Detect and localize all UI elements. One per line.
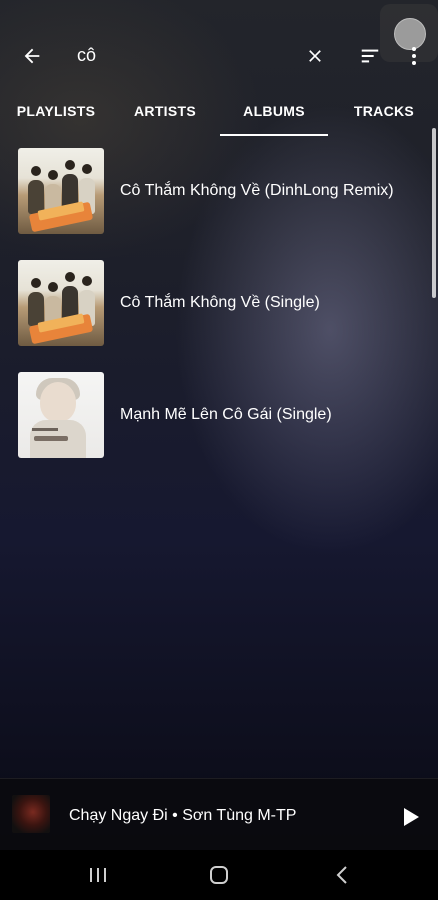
album-title: Cô Thắm Không Về (Single)	[120, 294, 320, 311]
search-toolbar: cô	[0, 28, 438, 84]
more-options-button[interactable]	[398, 36, 430, 76]
album-title: Mạnh Mẽ Lên Cô Gái (Single)	[120, 406, 332, 423]
arrow-left-icon	[24, 48, 40, 64]
tab-playlists[interactable]: PLAYLISTS	[10, 92, 102, 136]
album-cover	[18, 260, 104, 346]
tab-tracks[interactable]: TRACKS	[346, 92, 422, 136]
play-icon	[404, 808, 419, 826]
album-title: Cô Thắm Không Về (DinhLong Remix)	[120, 182, 394, 199]
scrollbar-thumb[interactable]	[432, 128, 436, 298]
selected-tab-indicator	[220, 134, 328, 136]
album-cover	[18, 148, 104, 234]
nav-back-icon	[336, 866, 347, 884]
close-icon	[309, 50, 321, 62]
now-playing-artwork	[12, 795, 50, 833]
recents-icon	[90, 868, 106, 882]
list-item[interactable]: Mạnh Mẽ Lên Cô Gái (Single)	[0, 372, 430, 460]
nav-back-button[interactable]	[330, 864, 356, 886]
play-button[interactable]	[392, 799, 428, 835]
list-item[interactable]: Cô Thắm Không Về (Single)	[0, 260, 430, 348]
search-input[interactable]: cô	[77, 45, 96, 66]
list-item[interactable]: Cô Thắm Không Về (DinhLong Remix)	[0, 148, 430, 236]
more-vert-icon	[412, 47, 416, 65]
category-tabs: PLAYLISTS ARTISTS ALBUMS TRACKS	[0, 92, 438, 136]
sort-icon	[361, 49, 379, 63]
album-cover	[18, 372, 104, 458]
sort-button[interactable]	[350, 36, 390, 76]
mini-player[interactable]: Chạy Ngay Đi • Sơn Tùng M-TP	[0, 778, 438, 851]
nav-recents-button[interactable]	[84, 866, 112, 884]
home-icon	[210, 866, 228, 884]
tab-albums[interactable]: ALBUMS	[220, 92, 328, 136]
tab-artists[interactable]: ARTISTS	[122, 92, 208, 136]
back-button[interactable]	[12, 36, 52, 76]
clear-search-button[interactable]	[295, 36, 335, 76]
nav-home-button[interactable]	[206, 864, 232, 886]
system-navigation-bar	[0, 850, 438, 900]
now-playing-title: Chạy Ngay Đi • Sơn Tùng M-TP	[69, 807, 297, 824]
